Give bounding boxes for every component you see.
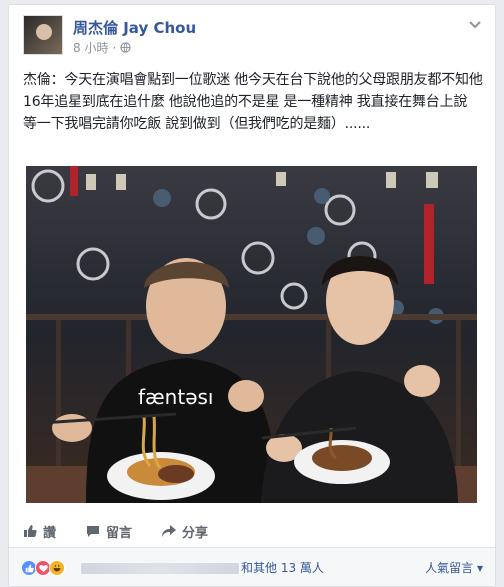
photo-illustration: fæntəsı bbox=[26, 166, 477, 503]
like-label: 讚 bbox=[43, 525, 57, 541]
thumbs-up-icon bbox=[24, 525, 37, 537]
post-text: 杰倫：今天在演唱會點到一位歌迷 他今天在台下說他的父母跟朋友都不知他16年追星到… bbox=[23, 72, 483, 132]
globe-icon bbox=[120, 42, 131, 53]
meta-separator: · bbox=[112, 40, 117, 55]
shirt-text: fæntəsı bbox=[138, 385, 213, 409]
share-button[interactable]: 分享 bbox=[162, 522, 208, 541]
post-photo[interactable]: fæntəsı bbox=[26, 166, 477, 503]
chevron-down-icon[interactable] bbox=[469, 21, 481, 29]
sort-comments-dropdown[interactable]: 人氣留言 ▾ bbox=[425, 559, 483, 576]
reaction-icons[interactable] bbox=[21, 560, 65, 576]
share-arrow-icon bbox=[162, 525, 177, 537]
post-time[interactable]: 8 小時 bbox=[73, 39, 108, 56]
post-header: 周杰倫 Jay Chou 8 小時 · bbox=[23, 15, 483, 61]
comment-icon bbox=[87, 526, 100, 537]
blurred-names bbox=[81, 563, 239, 574]
comment-label: 留言 bbox=[106, 525, 133, 541]
share-label: 分享 bbox=[182, 525, 209, 541]
comment-button[interactable]: 留言 bbox=[86, 522, 132, 541]
author-avatar[interactable] bbox=[23, 15, 63, 55]
post-meta: 8 小時 · bbox=[73, 39, 131, 56]
author-name[interactable]: 周杰倫 Jay Chou bbox=[73, 17, 196, 38]
reaction-count[interactable]: 和其他 13 萬人 bbox=[241, 559, 324, 576]
reactions-bar: 和其他 13 萬人 人氣留言 ▾ bbox=[9, 547, 495, 586]
post-actions: 讚 留言 分享 bbox=[23, 521, 481, 541]
like-button[interactable]: 讚 bbox=[23, 522, 56, 541]
post-card: 周杰倫 Jay Chou 8 小時 · 杰倫：今天在演唱會點到一位歌迷 他今天在… bbox=[8, 4, 496, 587]
haha-reaction-icon bbox=[49, 560, 65, 576]
